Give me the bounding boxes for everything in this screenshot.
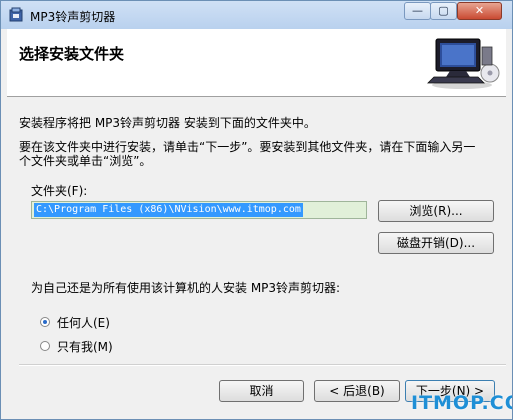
install-for-question: 为自己还是为所有使用该计算机的人安装 MP3铃声剪切器: [31,281,341,295]
radio-just-me-label[interactable]: 只有我(M) [57,338,113,355]
maximize-button[interactable]: ▢ [430,2,457,20]
browse-button[interactable]: 浏览(R)... [378,200,494,222]
radio-everyone[interactable] [40,317,50,327]
folder-path-input[interactable]: C:\Program Files (x86)\NVision\www.itmop… [31,201,367,219]
folder-path-value: C:\Program Files (x86)\NVision\www.itmop… [34,203,303,217]
close-button[interactable]: ✕ [457,2,502,20]
installer-window: MP3铃声剪切器 — ▢ ✕ 选择安装文件夹 安装程序将把 MP3铃声剪切器 安… [0,0,513,420]
back-button[interactable]: < 后退(B) [314,380,400,402]
radio-just-me[interactable] [40,341,50,351]
cancel-button[interactable]: 取消 [219,380,304,402]
minimize-button[interactable]: — [404,2,431,20]
page-title: 选择安装文件夹 [19,45,125,63]
folder-label: 文件夹(F): [31,184,88,198]
installer-app-icon [9,7,23,22]
wizard-header: 选择安装文件夹 [7,29,506,97]
radio-everyone-label[interactable]: 任何人(E) [57,314,110,331]
watermark-text: ITMOP.COM [411,392,512,414]
disk-cost-button[interactable]: 磁盘开销(D)... [378,232,494,254]
footer-divider [19,364,506,366]
computer-setup-icon [427,38,500,89]
intro-text: 安装程序将把 MP3铃声剪切器 安装到下面的文件夹中。 [19,116,316,130]
window-title: MP3铃声剪切器 [30,10,116,24]
title-bar[interactable]: MP3铃声剪切器 — ▢ ✕ [1,1,512,29]
instruction-text-line2: 个文件夹或单击“浏览”。 [19,154,152,168]
wizard-body: 安装程序将把 MP3铃声剪切器 安装到下面的文件夹中。 要在该文件夹中进行安装，… [7,97,506,416]
